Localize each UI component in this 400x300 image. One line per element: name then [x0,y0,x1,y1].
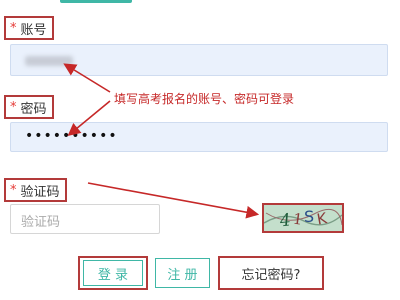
arrow-to-password [67,100,111,137]
annotation-arrows [63,63,260,219]
arrow-to-captcha [87,182,260,219]
login-button-label: 登 录 [83,260,143,286]
register-button[interactable]: 注 册 [155,258,210,288]
arrow-to-account [63,63,111,93]
forgot-password-button[interactable]: 忘记密码? [218,256,324,290]
login-button[interactable]: 登 录 [78,256,148,290]
